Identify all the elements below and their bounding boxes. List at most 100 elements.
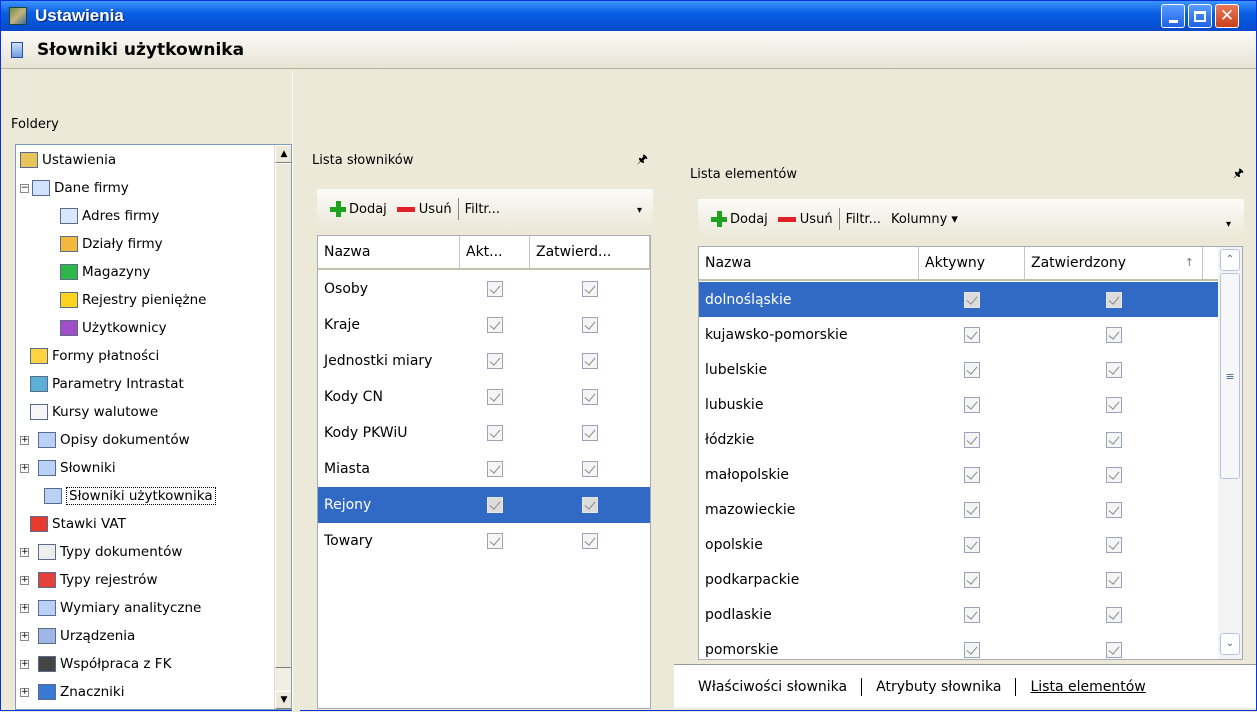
table-row[interactable]: Kody PKWiU [318,415,650,451]
tree-item[interactable]: Typy dokumentów [38,540,182,564]
checkbox[interactable] [582,425,598,441]
collapse-icon[interactable]: − [20,184,29,193]
checkbox[interactable] [1106,501,1122,518]
checkbox[interactable] [487,389,503,405]
checkbox[interactable] [487,281,503,297]
expand-icon[interactable]: + [20,576,29,585]
table-row[interactable]: Kody CN [318,379,650,415]
element-grid[interactable]: Nazwa Aktywny Zatwierdzony ↑ dolnośląskie ku… [698,246,1243,660]
maximize-button[interactable] [1188,4,1212,28]
tree-item[interactable]: Użytkownicy [60,316,167,340]
column-header[interactable]: Nazwa [318,236,460,268]
checkbox[interactable] [582,533,598,549]
scroll-down-button[interactable]: ⌄ [1220,633,1240,655]
tree-item[interactable]: Adres firmy [60,204,159,228]
checkbox[interactable] [487,317,503,333]
checkbox[interactable] [964,431,980,448]
tab-2[interactable]: Atrybuty słownika [862,677,1017,696]
expand-icon[interactable]: + [20,660,29,669]
column-header[interactable]: Zatwierd... [530,236,650,268]
tree-item[interactable]: Słowniki [38,456,116,480]
column-header[interactable]: Akt... [460,236,530,268]
expand-icon[interactable]: + [20,688,29,697]
column-header[interactable]: Aktywny [919,247,1025,279]
toolbar-overflow-icon[interactable]: ▾ [1226,219,1231,230]
tree-item[interactable]: Ustawienia [20,148,116,172]
checkbox[interactable] [964,536,980,553]
pin-icon[interactable]: 🖈 [1233,164,1244,185]
checkbox[interactable] [1106,396,1122,413]
table-row[interactable]: Osoby [318,271,650,307]
checkbox[interactable] [964,501,980,518]
checkbox[interactable] [582,317,598,333]
tree-scrollbar[interactable]: ▲ ▼ [274,145,291,709]
table-row[interactable]: kujawsko-pomorskie [699,317,1220,352]
pin-icon[interactable]: 🖈 [637,150,648,171]
expand-icon[interactable]: + [20,436,29,445]
checkbox[interactable] [1106,536,1122,553]
element-remove-button[interactable]: Usuń [800,212,833,227]
checkbox[interactable] [1106,431,1122,448]
scroll-down-button[interactable]: ▼ [275,691,291,709]
tree-item[interactable]: Współpraca z FK [38,652,171,676]
tree-item[interactable]: Opisy dokumentów [38,428,190,452]
tab-1[interactable]: Właściwości słownika [684,677,863,696]
checkbox[interactable] [964,641,980,658]
tree-item[interactable]: Wymiary analityczne [38,596,201,620]
checkbox[interactable] [964,326,980,343]
table-row[interactable]: dolnośląskie [699,282,1220,317]
tree-item[interactable]: Kursy walutowe [30,400,158,424]
tree-item[interactable]: Formy płatności [30,344,159,368]
table-row[interactable]: mazowieckie [699,492,1220,527]
checkbox[interactable] [487,461,503,477]
tree-item[interactable]: Działy firmy [60,232,163,256]
table-row[interactable]: Miasta [318,451,650,487]
pane-splitter[interactable] [292,71,300,712]
expand-icon[interactable]: + [20,464,29,473]
dict-grid[interactable]: Nazwa Akt... Zatwierd... Osoby Kraje Jednost… [317,235,651,709]
checkbox[interactable] [487,353,503,369]
column-header[interactable]: Zatwierdzony ↑ [1025,247,1203,279]
scroll-thumb[interactable]: ≡ [1220,273,1240,479]
table-row[interactable]: Rejony [318,487,650,523]
title-bar[interactable]: Ustawienia ✕ [1,1,1256,31]
tree-item[interactable]: Urządzenia [38,624,135,648]
checkbox[interactable] [964,606,980,623]
checkbox[interactable] [582,389,598,405]
checkbox[interactable] [964,361,980,378]
table-row[interactable]: podkarpackie [699,562,1220,597]
expand-icon[interactable]: + [20,632,29,641]
tab-3[interactable]: Lista elementów [1016,677,1160,696]
checkbox[interactable] [964,571,980,588]
checkbox[interactable] [1106,326,1122,343]
checkbox[interactable] [964,466,980,483]
scroll-thumb[interactable] [275,163,291,668]
table-row[interactable]: Towary [318,523,650,559]
dict-remove-button[interactable]: Usuń [419,202,452,217]
table-row[interactable]: Kraje [318,307,650,343]
table-row[interactable]: Jednostki miary [318,343,650,379]
tree-item[interactable]: Znaczniki [38,680,124,704]
checkbox[interactable] [487,533,503,549]
tree-item[interactable]: Typy rejestrów [38,568,157,592]
checkbox[interactable] [1106,641,1122,658]
table-row[interactable]: lubelskie [699,352,1220,387]
table-row[interactable]: podlaskie [699,597,1220,632]
scroll-up-button[interactable]: ⌃ [1220,249,1240,271]
columns-menu-button[interactable]: Kolumny ▾ [891,212,958,227]
checkbox[interactable] [1106,466,1122,483]
checkbox[interactable] [582,497,598,513]
checkbox[interactable] [582,353,598,369]
table-row[interactable]: opolskie [699,527,1220,562]
column-header[interactable]: Nazwa [699,247,919,279]
tree-item[interactable]: Rejestry pieniężne [60,288,206,312]
tree-item[interactable]: Magazyny [60,260,150,284]
checkbox[interactable] [964,396,980,413]
table-row[interactable]: lubuskie [699,387,1220,422]
checkbox[interactable] [487,425,503,441]
checkbox[interactable] [1106,571,1122,588]
checkbox[interactable] [582,461,598,477]
dict-filter-button[interactable]: Filtr... [465,202,500,217]
checkbox[interactable] [1106,361,1122,378]
toolbar-overflow-icon[interactable]: ▾ [637,205,642,216]
